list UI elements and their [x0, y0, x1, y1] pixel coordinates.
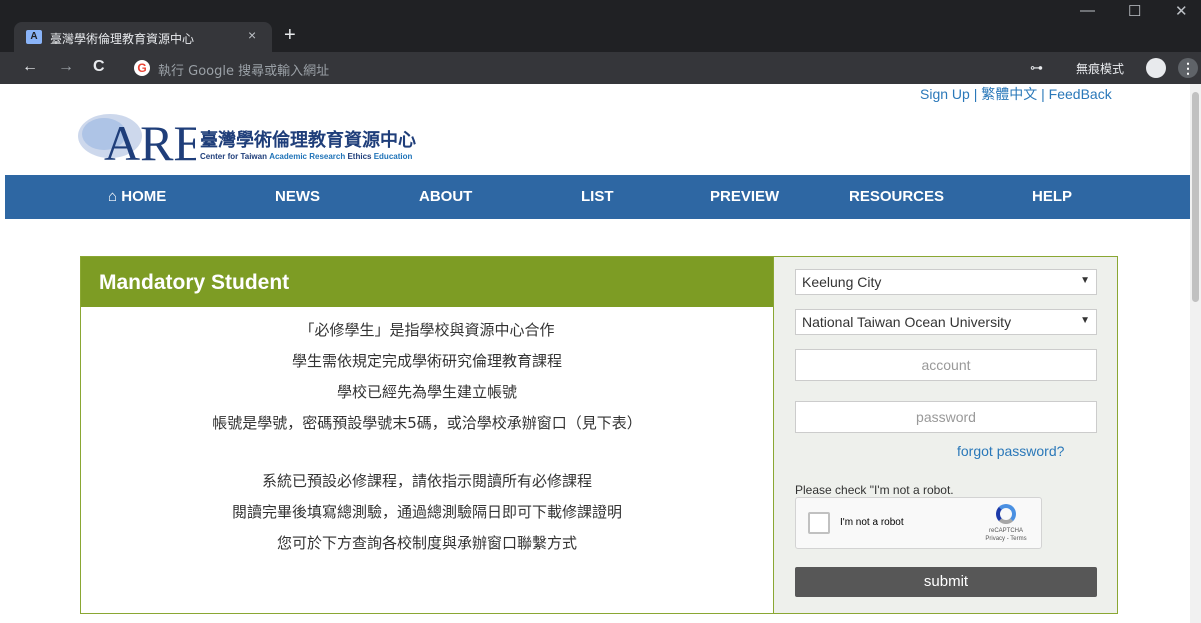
info-panel: Mandatory Student 「必修學生」是指學校與資源中心合作 學生需依… — [81, 257, 773, 613]
recaptcha-label: I'm not a robot — [840, 517, 904, 528]
back-button[interactable]: ← — [22, 58, 38, 76]
panel-title: Mandatory Student — [99, 271, 290, 294]
home-icon: ⌂ — [108, 188, 118, 205]
incognito-icon[interactable] — [1146, 58, 1166, 78]
nav-list[interactable]: LIST — [581, 188, 614, 205]
info-line: 「必修學生」是指學校與資源中心合作 — [299, 321, 555, 339]
chevron-down-icon: ▼ — [1080, 315, 1090, 326]
chevron-down-icon: ▼ — [1080, 275, 1090, 286]
nav-help[interactable]: HELP — [1032, 188, 1072, 205]
info-line: 學校已經先為學生建立帳號 — [336, 383, 517, 401]
nav-preview[interactable]: PREVIEW — [710, 188, 779, 205]
nav-news[interactable]: NEWS — [275, 188, 320, 205]
password-input[interactable]: password — [795, 401, 1097, 433]
scrollbar-thumb[interactable] — [1192, 92, 1199, 302]
page-scrollbar[interactable] — [1190, 84, 1201, 623]
submit-button[interactable]: submit — [795, 567, 1097, 597]
reload-button[interactable]: C — [93, 58, 105, 76]
recaptcha-terms-link[interactable]: Privacy - Terms — [982, 536, 1030, 542]
browser-toolbar: ← → C G 執行 Google 搜尋或輸入網址 ⊶ 無痕模式 ⋮ — [0, 52, 1201, 84]
info-line: 學生需依規定完成學術研究倫理教育課程 — [291, 352, 562, 370]
minimize-button[interactable]: — — [1080, 2, 1095, 19]
omnibox[interactable]: 執行 Google 搜尋或輸入網址 — [158, 60, 329, 79]
logo-mark-text: AREE — [104, 115, 196, 166]
key-icon[interactable]: ⊶ — [1030, 60, 1043, 76]
chinese-link[interactable]: 繁體中文 — [981, 86, 1037, 102]
incognito-label: 無痕模式 — [1076, 62, 1125, 76]
recaptcha-brand: reCAPTCHA — [988, 528, 1023, 534]
info-line: 系統已預設必修課程，請依指示閱讀所有必修課程 — [261, 472, 592, 490]
recaptcha-checkbox[interactable] — [808, 512, 830, 534]
main-navbar: ⌂ HOME NEWS ABOUT LIST PREVIEW RESOURCES… — [5, 175, 1190, 219]
tab-title: 臺灣學術倫理教育資源中心 — [50, 32, 195, 46]
info-line: 您可於下方查詢各校制度與承辦窗口聯繫方式 — [276, 534, 577, 552]
recaptcha-icon — [996, 504, 1016, 524]
mandatory-student-box: Mandatory Student 「必修學生」是指學校與資源中心合作 學生需依… — [80, 256, 1118, 614]
login-panel: Keelung City ▼ National Taiwan Ocean Univ… — [773, 257, 1117, 613]
google-icon: G — [134, 60, 150, 76]
forward-button[interactable]: → — [58, 58, 74, 76]
page: Sign Up | 繁體中文 | FeedBack AREE 臺灣學術倫理教育資… — [0, 84, 1190, 623]
recaptcha-widget: I'm not a robot reCAPTCHA Privacy - Term… — [795, 497, 1042, 549]
site-logo[interactable]: AREE 臺灣學術倫理教育資源中心 Center for Taiwan Acad… — [74, 110, 474, 170]
feedback-link[interactable]: FeedBack — [1049, 86, 1112, 102]
link-separator: | — [1037, 86, 1049, 102]
browser-tabbar: A 臺灣學術倫理教育資源中心 × + — ☐ ✕ — [0, 0, 1201, 52]
close-window-button[interactable]: ✕ — [1175, 2, 1188, 20]
signup-link[interactable]: Sign Up — [920, 86, 970, 102]
site-favicon-icon: A — [26, 30, 42, 44]
new-tab-button[interactable]: + — [284, 24, 296, 47]
top-links: Sign Up | 繁體中文 | FeedBack — [920, 84, 1112, 104]
info-line: 閱讀完畢後填寫總測驗，通過總測驗隔日即可下載修課證明 — [231, 503, 622, 521]
nav-about[interactable]: ABOUT — [419, 188, 472, 205]
aree-logo-mark: AREE — [78, 114, 196, 166]
info-line: 帳號是學號，密碼預設學號末5碼，或洽學校承辦窗口（見下表） — [212, 414, 642, 432]
forgot-password-link[interactable]: forgot password? — [957, 443, 1064, 459]
school-select[interactable]: National Taiwan Ocean University ▼ — [795, 309, 1097, 335]
nav-resources[interactable]: RESOURCES — [849, 188, 944, 205]
city-select[interactable]: Keelung City ▼ — [795, 269, 1097, 295]
logo-name-en: Center for Taiwan Academic Research Ethi… — [200, 152, 413, 161]
tab-close-icon[interactable]: × — [248, 27, 256, 43]
menu-icon[interactable]: ⋮ — [1178, 58, 1198, 78]
account-input[interactable]: account — [795, 349, 1097, 381]
maximize-button[interactable]: ☐ — [1128, 2, 1141, 20]
browser-tab[interactable]: A 臺灣學術倫理教育資源中心 × — [14, 22, 272, 52]
nav-home[interactable]: ⌂ HOME — [108, 188, 166, 205]
robot-prompt: Please check "I'm not a robot. — [795, 483, 954, 497]
panel-header: Mandatory Student — [81, 257, 773, 307]
link-separator: | — [969, 86, 982, 102]
logo-name-zh: 臺灣學術倫理教育資源中心 — [200, 130, 416, 151]
